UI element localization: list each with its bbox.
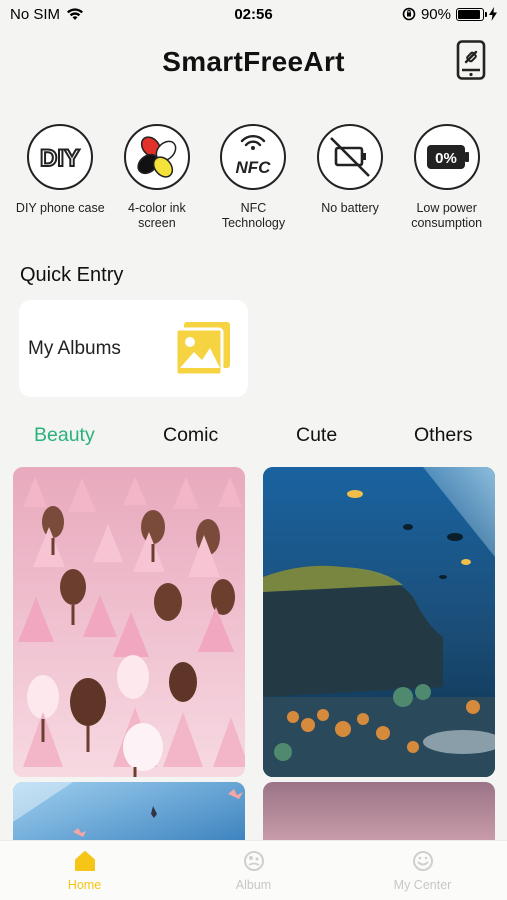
charging-icon xyxy=(489,7,497,21)
orientation-lock-icon xyxy=(402,7,416,21)
feature-low-power: 0% Low power consumption xyxy=(401,124,493,244)
wallpaper-tile[interactable] xyxy=(13,467,245,777)
albums-icon xyxy=(174,320,232,378)
nfc-icon-text: NFC xyxy=(236,158,272,177)
status-left: No SIM xyxy=(10,6,84,23)
device-button[interactable] xyxy=(455,40,487,80)
nav-my-center-label: My Center xyxy=(393,877,452,892)
wallpaper-image-pink-forest xyxy=(13,467,245,777)
nav-my-center[interactable]: My Center xyxy=(363,850,483,892)
nav-album[interactable]: Album xyxy=(194,850,314,892)
carrier-text: No SIM xyxy=(10,5,61,23)
home-icon xyxy=(74,850,95,871)
status-time: 02:56 xyxy=(234,5,273,23)
tab-comic[interactable]: Comic xyxy=(163,424,218,447)
tab-cute[interactable]: Cute xyxy=(296,424,337,447)
tab-others[interactable]: Others xyxy=(414,424,473,447)
four-color-ink-icon xyxy=(123,124,190,190)
wallpaper-image-ocean xyxy=(263,467,495,777)
nav-home[interactable]: Home xyxy=(25,850,145,892)
feature-label: 4-color ink screen xyxy=(128,201,186,230)
wifi-icon xyxy=(67,8,84,20)
tab-beauty[interactable]: Beauty xyxy=(34,424,95,447)
feature-label: NFC Technology xyxy=(221,201,286,230)
feature-nfc: NFC NFC Technology xyxy=(207,124,299,244)
status-bar: No SIM 02:56 90% xyxy=(0,0,507,28)
status-right: 90% xyxy=(402,6,497,23)
header: SmartFreeArt xyxy=(0,40,507,84)
feature-no-battery: No battery xyxy=(304,124,396,244)
low-power-icon-text: 0% xyxy=(435,150,457,167)
low-power-icon: 0% xyxy=(413,124,480,190)
app-title: SmartFreeArt xyxy=(162,46,345,77)
my-albums-label: My Albums xyxy=(28,337,121,359)
battery-percent: 90% xyxy=(420,5,451,23)
battery-icon xyxy=(456,7,487,21)
bottom-navigation: Home Album My Center xyxy=(0,840,507,900)
quick-entry-title: Quick Entry xyxy=(20,264,124,286)
nav-album-label: Album xyxy=(235,877,272,892)
feature-label: No battery xyxy=(321,201,379,215)
no-battery-icon xyxy=(317,124,384,190)
feature-four-color: 4-color ink screen xyxy=(111,124,203,244)
wallpaper-tile[interactable] xyxy=(263,467,495,777)
nav-home-label: Home xyxy=(67,877,102,892)
category-tabs: Beauty Comic Cute Others xyxy=(0,418,507,454)
diy-icon-text: DIY xyxy=(40,145,80,172)
feature-row: DIY DIY phone case 4-color ink screen NF… xyxy=(0,124,507,244)
diy-icon: DIY xyxy=(27,124,94,190)
album-icon xyxy=(243,850,264,871)
feature-label: Low power consumption xyxy=(411,201,483,230)
nfc-icon: NFC xyxy=(220,124,287,190)
my-center-icon xyxy=(412,850,433,871)
phone-device-icon xyxy=(456,40,486,80)
my-albums-card[interactable]: My Albums xyxy=(19,300,248,397)
feature-diy: DIY DIY phone case xyxy=(14,124,106,244)
feature-label: DIY phone case xyxy=(15,201,105,215)
